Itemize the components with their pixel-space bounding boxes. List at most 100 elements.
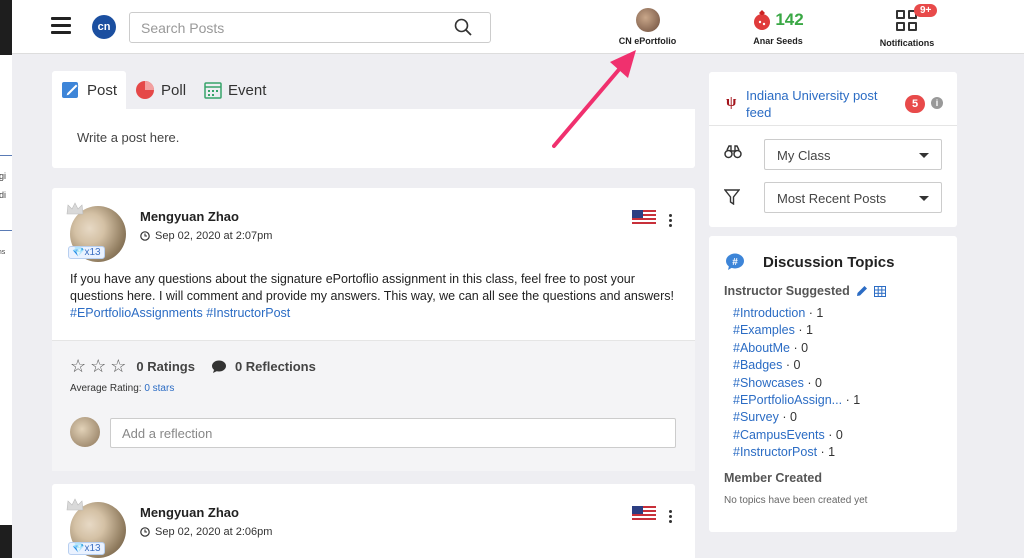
reflection-input[interactable] bbox=[111, 419, 675, 447]
post-date: Sep 02, 2020 at 2:07pm bbox=[140, 230, 272, 242]
search-icon[interactable] bbox=[454, 18, 472, 36]
pomegranate-icon bbox=[754, 10, 771, 30]
avatar bbox=[70, 417, 100, 447]
write-post-input[interactable]: Write a post here. bbox=[52, 109, 695, 168]
topic-link[interactable]: #Examples bbox=[733, 323, 795, 337]
calendar-icon bbox=[204, 82, 222, 99]
peek-divider bbox=[0, 155, 12, 156]
topic-link[interactable]: #InstructorPost bbox=[733, 445, 817, 459]
tab-event[interactable]: Event bbox=[195, 71, 275, 109]
list-item: #InstructorPost · 1 bbox=[733, 445, 836, 460]
topic-list: #Introduction · 1 #Examples · 1 #AboutMe… bbox=[733, 305, 860, 462]
us-flag-icon bbox=[632, 210, 656, 226]
top-header: cn CN ePortfolio 142 Anar Seeds 9+ Notif… bbox=[12, 0, 1024, 54]
notification-badge: 9+ bbox=[914, 4, 938, 17]
tab-label: Poll bbox=[161, 81, 187, 99]
author-name[interactable]: Mengyuan Zhao bbox=[140, 209, 239, 224]
class-select[interactable]: My Class bbox=[764, 139, 942, 170]
more-options-icon[interactable] bbox=[669, 214, 673, 229]
sort-select[interactable]: Most Recent Posts bbox=[764, 182, 942, 213]
reflections-count[interactable]: 0 Reflections bbox=[235, 359, 316, 374]
post-body: If you have any questions about the sign… bbox=[70, 272, 674, 320]
member-created-heading: Member Created bbox=[724, 471, 822, 485]
search-box bbox=[129, 12, 491, 43]
peek-divider bbox=[0, 230, 12, 231]
gem-badge: 💎x13 bbox=[68, 542, 105, 555]
crown-icon bbox=[66, 202, 84, 215]
search-input[interactable] bbox=[130, 13, 430, 42]
discussion-hashtag-icon: # bbox=[726, 253, 744, 270]
pencil-icon[interactable] bbox=[856, 285, 868, 297]
topic-link[interactable]: #Survey bbox=[733, 410, 779, 424]
more-options-icon[interactable] bbox=[669, 510, 673, 525]
list-item: #Examples · 1 bbox=[733, 323, 813, 338]
post-composer: Post Poll Event Write a post here. bbox=[52, 71, 695, 168]
divider bbox=[709, 125, 957, 126]
table-icon[interactable] bbox=[873, 285, 886, 297]
list-item: #AboutMe · 0 bbox=[733, 340, 809, 355]
feed-count-badge: 5 bbox=[905, 95, 925, 113]
binoculars-icon bbox=[724, 145, 742, 159]
author-name[interactable]: Mengyuan Zhao bbox=[140, 505, 239, 520]
ratings-row: ☆ ☆ ☆ 0 Ratings 0 Reflections bbox=[70, 356, 316, 377]
seeds-count: 142 bbox=[775, 10, 804, 29]
eportfolio-label: CN ePortfolio bbox=[618, 36, 677, 46]
notifications-label: Notifications bbox=[879, 38, 935, 48]
instructor-suggested-heading: Instructor Suggested bbox=[724, 284, 886, 298]
member-created-empty: No topics have been created yet bbox=[724, 495, 868, 506]
avatar bbox=[635, 8, 660, 32]
svg-text:#: # bbox=[732, 257, 738, 268]
topics-header: # Discussion Topics bbox=[725, 253, 894, 271]
hashtag-link[interactable]: #EPortfolioAssignments bbox=[70, 306, 203, 320]
post-icon bbox=[62, 82, 79, 98]
feed-link[interactable]: Indiana University post feed bbox=[746, 87, 896, 121]
average-rating: Average Rating: 0 stars bbox=[70, 383, 175, 394]
topic-link[interactable]: #CampusEvents bbox=[733, 428, 825, 442]
grid-icon: 9+ bbox=[896, 4, 938, 32]
indiana-university-logo: ψ bbox=[726, 94, 737, 110]
reflection-box bbox=[110, 418, 676, 448]
tab-post[interactable]: Post bbox=[52, 71, 127, 109]
composer-tabs: Post Poll Event bbox=[52, 71, 695, 109]
menu-icon[interactable] bbox=[51, 17, 71, 35]
list-item: #Badges · 0 bbox=[733, 358, 801, 373]
list-item: #CampusEvents · 0 bbox=[733, 427, 843, 442]
peek-text: adi bbox=[0, 190, 7, 200]
post-card: 💎x13 Mengyuan Zhao Sep 02, 2020 at 2:07p… bbox=[52, 188, 695, 471]
list-item: #EPortfolioAssign... · 1 bbox=[733, 393, 861, 408]
info-icon[interactable]: i bbox=[931, 97, 943, 109]
topic-link[interactable]: #Introduction bbox=[733, 306, 805, 320]
seeds-label: Anar Seeds bbox=[753, 36, 803, 46]
list-item: #Introduction · 1 bbox=[733, 306, 824, 320]
topic-link[interactable]: #Badges bbox=[733, 358, 782, 372]
topic-link[interactable]: #Showcases bbox=[733, 376, 804, 390]
notifications-link[interactable]: 9+ Notifications bbox=[872, 4, 942, 48]
hashtag-link[interactable]: #InstructorPost bbox=[206, 306, 290, 320]
clock-icon bbox=[140, 527, 150, 537]
post-card: 💎x13 Mengyuan Zhao Sep 02, 2020 at 2:06p… bbox=[52, 484, 695, 558]
background-window-peek: egi adi ens bbox=[0, 55, 12, 525]
topic-link[interactable]: #EPortfolioAssign... bbox=[733, 393, 842, 407]
poll-icon bbox=[136, 81, 155, 99]
app: cn CN ePortfolio 142 Anar Seeds 9+ Notif… bbox=[12, 0, 1024, 558]
eportfolio-link[interactable]: CN ePortfolio bbox=[610, 8, 685, 46]
tab-label: Post bbox=[87, 81, 118, 99]
ratings-count: 0 Ratings bbox=[136, 359, 195, 374]
clock-icon bbox=[140, 231, 150, 241]
star-icon[interactable]: ☆ bbox=[70, 356, 86, 377]
comment-icon bbox=[211, 360, 226, 373]
discussion-topics-card: # Discussion Topics Instructor Suggested… bbox=[709, 236, 957, 532]
list-item: #Showcases · 0 bbox=[733, 375, 822, 390]
post-date: Sep 02, 2020 at 2:06pm bbox=[140, 526, 272, 538]
list-item: #Survey · 0 bbox=[733, 410, 797, 425]
cn-logo[interactable]: cn bbox=[92, 15, 116, 39]
tab-poll[interactable]: Poll bbox=[126, 71, 195, 109]
anar-seeds-link[interactable]: 142 Anar Seeds bbox=[746, 8, 810, 46]
star-icon[interactable]: ☆ bbox=[90, 356, 106, 377]
tab-label: Event bbox=[228, 81, 267, 99]
peek-text: ens bbox=[0, 249, 6, 256]
topic-link[interactable]: #AboutMe bbox=[733, 341, 790, 355]
topics-title: Discussion Topics bbox=[763, 253, 895, 271]
star-icon[interactable]: ☆ bbox=[110, 356, 126, 377]
crown-icon bbox=[66, 498, 84, 511]
